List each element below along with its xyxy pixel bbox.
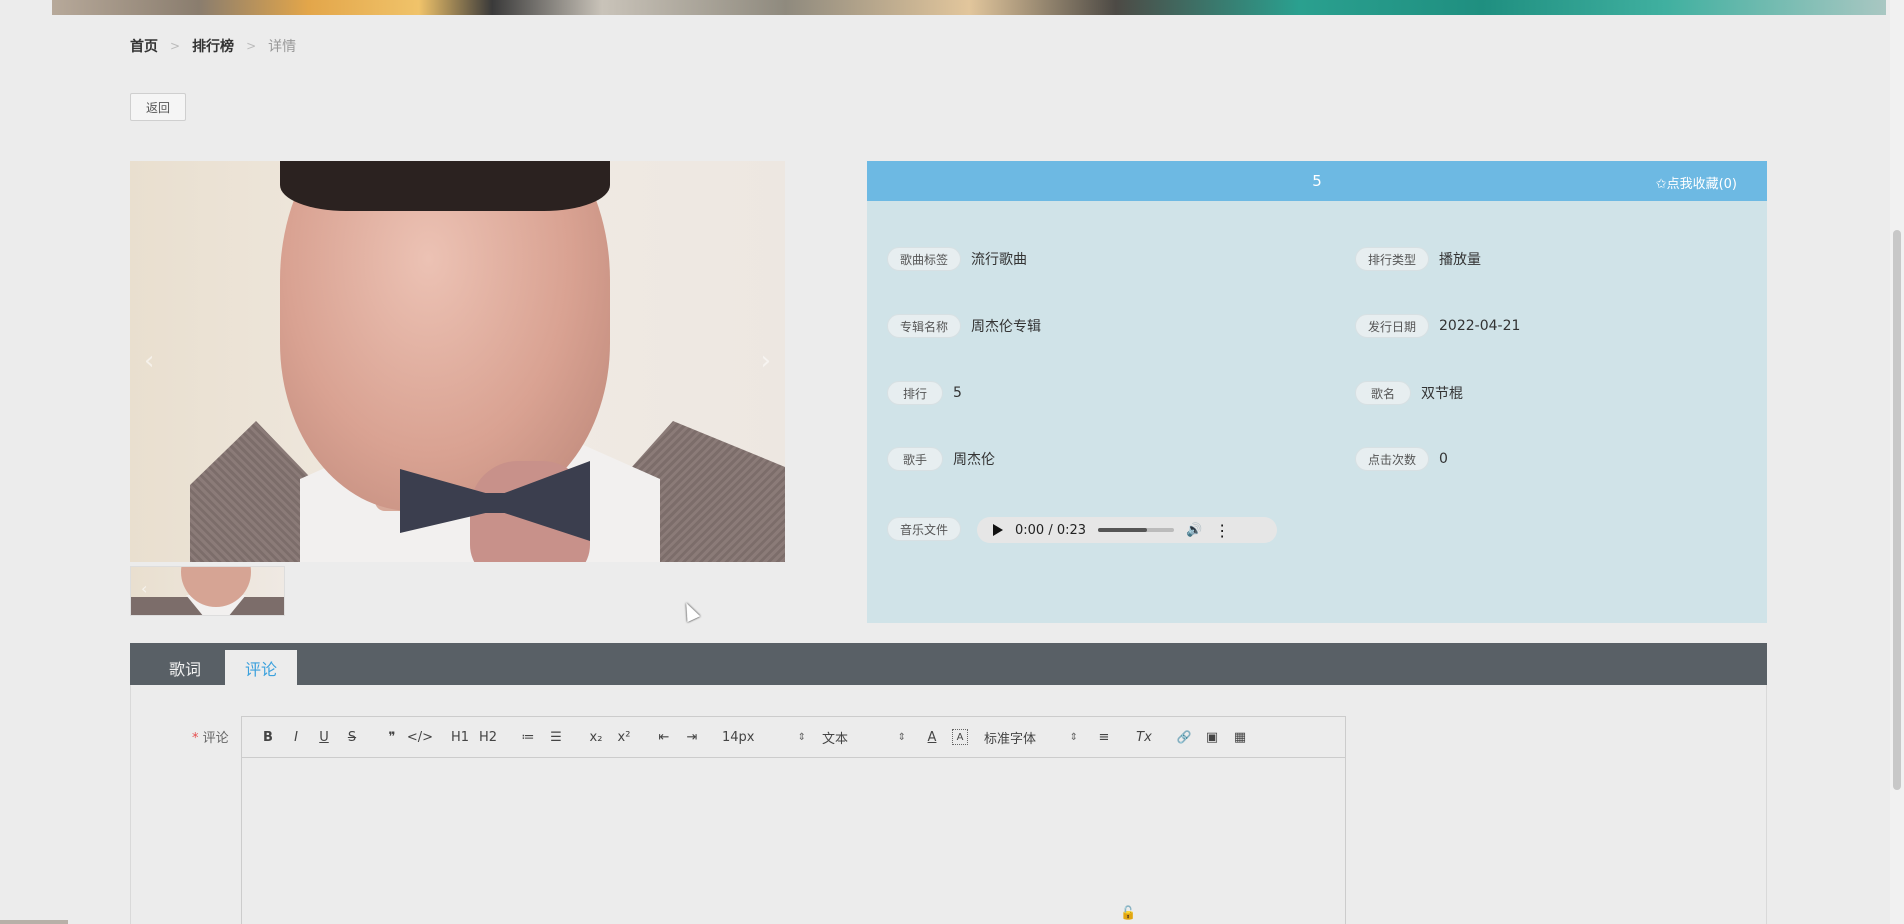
editor-toolbar: B I U S ❞ </> H1 H2 ≔ ☰ x₂ x² ⇤ ⇥ 14px ⇕… — [242, 717, 1345, 758]
field-label: 专辑名称 — [887, 314, 962, 338]
tab-comments[interactable]: 评论 — [225, 650, 297, 685]
field-click-count: 点击次数 0 — [1355, 447, 1448, 471]
bold-button[interactable]: B — [254, 725, 282, 749]
page-scrollbar[interactable] — [1890, 0, 1904, 924]
field-rank: 排行 5 — [887, 381, 962, 405]
volume-icon[interactable]: 🔊 — [1186, 523, 1202, 538]
field-music-file: 音乐文件 — [887, 517, 962, 541]
link-button[interactable]: 🔗 — [1170, 725, 1198, 749]
size-picker-value: 14px — [722, 729, 755, 745]
ordered-list-button[interactable]: ≔ — [514, 725, 542, 749]
breadcrumb-separator: > — [246, 39, 257, 53]
favorite-button[interactable]: ✩点我收藏(0) — [1656, 173, 1737, 192]
comment-field-label: * 评论 — [192, 727, 229, 746]
field-value: 周杰伦专辑 — [971, 319, 1042, 335]
audio-player[interactable]: 0:00 / 0:23 🔊 ⋮ — [977, 517, 1277, 543]
align-button[interactable]: ≡ — [1090, 725, 1118, 749]
italic-button[interactable]: I — [282, 725, 310, 749]
background-color-button[interactable]: A — [952, 729, 968, 745]
carousel-next-icon[interactable]: › — [761, 346, 771, 376]
field-release-date: 发行日期 2022-04-21 — [1355, 314, 1520, 338]
lock-icon: 🔓 — [1120, 906, 1137, 921]
song-image-carousel[interactable]: ‹ › — [130, 161, 785, 562]
photo-face — [280, 161, 610, 511]
audio-volume-fill — [1098, 528, 1148, 532]
chevron-updown-icon: ⇕ — [1069, 731, 1078, 743]
indent-button[interactable]: ⇥ — [678, 725, 706, 749]
header-style-picker[interactable]: 文本 ⇕ — [822, 725, 906, 749]
rich-text-editor[interactable]: B I U S ❞ </> H1 H2 ≔ ☰ x₂ x² ⇤ ⇥ 14px ⇕… — [241, 716, 1346, 924]
chevron-updown-icon: ⇕ — [797, 731, 806, 743]
field-value: 0 — [1439, 451, 1448, 467]
field-rank-type: 排行类型 播放量 — [1355, 247, 1481, 271]
font-picker[interactable]: 标准字体 ⇕ — [984, 725, 1078, 749]
image-button[interactable]: ▣ — [1198, 725, 1226, 749]
blockquote-button[interactable]: ❞ — [378, 725, 406, 749]
breadcrumb-home[interactable]: 首页 — [130, 36, 158, 56]
field-label: 发行日期 — [1355, 314, 1430, 338]
song-info-panel: 5 ✩点我收藏(0) 歌曲标签 流行歌曲 排行类型 播放量 专辑名称 周杰伦专辑… — [867, 161, 1767, 623]
tab-lyrics[interactable]: 歌词 — [155, 650, 215, 685]
breadcrumb-ranking[interactable]: 排行榜 — [192, 36, 234, 56]
underline-button[interactable]: U — [310, 725, 338, 749]
subscript-button[interactable]: x₂ — [582, 725, 610, 749]
field-label: 排行 — [887, 381, 943, 405]
chevron-updown-icon: ⇕ — [897, 731, 906, 743]
clear-format-button[interactable]: Tx — [1130, 725, 1158, 749]
required-mark: * — [192, 731, 199, 746]
bullet-list-button[interactable]: ☰ — [542, 725, 570, 749]
field-album-name: 专辑名称 周杰伦专辑 — [887, 314, 1041, 338]
field-singer: 歌手 周杰伦 — [887, 447, 995, 471]
back-button[interactable]: 返回 — [130, 93, 186, 121]
breadcrumb-current: 详情 — [268, 39, 297, 55]
photo-hair — [280, 161, 610, 211]
code-block-button[interactable]: </> — [406, 725, 434, 749]
top-banner-image — [52, 0, 1886, 15]
field-label: 排行类型 — [1355, 247, 1430, 271]
header-style-value: 文本 — [822, 731, 849, 747]
scrollbar-thumb[interactable] — [1893, 230, 1901, 790]
video-button[interactable]: ▦ — [1226, 725, 1254, 749]
comment-label-text: 评论 — [202, 731, 229, 746]
field-label: 歌名 — [1355, 381, 1411, 405]
field-value: 双节棍 — [1421, 386, 1463, 402]
field-value: 流行歌曲 — [971, 252, 1028, 268]
field-label: 音乐文件 — [887, 517, 962, 541]
field-label: 歌手 — [887, 447, 943, 471]
carousel-thumbnail[interactable]: ‹ — [130, 566, 285, 616]
taskbar-edge — [0, 920, 68, 924]
field-value: 播放量 — [1439, 252, 1482, 268]
editor-text-area[interactable]: 🔓 — [242, 758, 1345, 924]
audio-volume-slider[interactable] — [1098, 528, 1175, 532]
size-picker[interactable]: 14px ⇕ — [722, 725, 806, 749]
thumbnail-prev-icon[interactable]: ‹ — [141, 579, 147, 598]
field-value: 周杰伦 — [953, 452, 995, 468]
carousel-prev-icon[interactable]: ‹ — [144, 346, 154, 376]
info-title: 5 — [1312, 172, 1322, 190]
field-song-name: 歌名 双节棍 — [1355, 381, 1463, 405]
header2-button[interactable]: H2 — [474, 725, 502, 749]
mouse-cursor-icon — [679, 599, 701, 623]
field-value: 2022-04-21 — [1439, 318, 1521, 334]
info-header: 5 ✩点我收藏(0) — [867, 161, 1767, 201]
header1-button[interactable]: H1 — [446, 725, 474, 749]
field-label: 点击次数 — [1355, 447, 1430, 471]
more-options-icon[interactable]: ⋮ — [1214, 521, 1230, 540]
outdent-button[interactable]: ⇤ — [650, 725, 678, 749]
field-song-tag: 歌曲标签 流行歌曲 — [887, 247, 1027, 271]
breadcrumb-separator: > — [170, 39, 181, 53]
field-label: 歌曲标签 — [887, 247, 962, 271]
play-icon[interactable] — [993, 524, 1003, 536]
font-picker-value: 标准字体 — [984, 731, 1037, 747]
superscript-button[interactable]: x² — [610, 725, 638, 749]
field-value: 5 — [953, 385, 962, 401]
text-color-button[interactable]: A — [918, 725, 946, 749]
audio-time: 0:00 / 0:23 — [1015, 522, 1087, 538]
strike-button[interactable]: S — [338, 725, 366, 749]
breadcrumb: 首页 > 排行榜 > 详情 — [130, 36, 296, 56]
detail-tabs: 歌词 评论 — [130, 643, 1767, 685]
